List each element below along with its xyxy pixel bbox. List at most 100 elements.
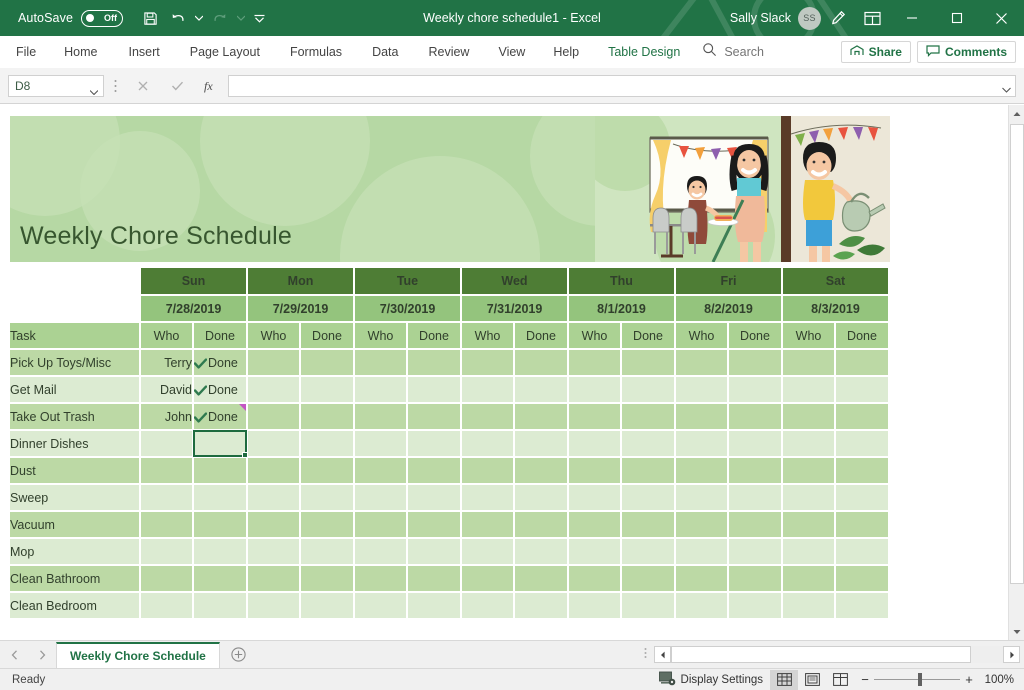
grid-cell[interactable] <box>835 538 890 566</box>
who-cell[interactable]: John <box>140 403 194 431</box>
name-box-dropdown-icon[interactable] <box>89 84 99 98</box>
grid-cell[interactable] <box>514 484 569 512</box>
selected-cell[interactable] <box>193 430 248 458</box>
grid-cell[interactable] <box>621 430 676 458</box>
day-header-thu[interactable]: Thu <box>568 268 676 296</box>
column-header-done-fri[interactable]: Done <box>728 322 783 350</box>
vertical-scrollbar[interactable] <box>1008 105 1024 640</box>
grid-cell[interactable] <box>514 349 569 377</box>
grid-cell[interactable] <box>354 349 408 377</box>
scroll-right-button[interactable] <box>1003 646 1020 663</box>
grid-cell[interactable] <box>675 565 729 593</box>
tab-help[interactable]: Help <box>553 36 579 68</box>
scroll-up-button[interactable] <box>1009 105 1024 122</box>
grid-cell[interactable] <box>835 349 890 377</box>
grid-cell[interactable] <box>675 403 729 431</box>
grid-cell[interactable] <box>835 430 890 458</box>
who-cell[interactable] <box>140 511 194 539</box>
autosave-control[interactable]: AutoSave Off <box>18 9 124 27</box>
date-sat[interactable]: 8/3/2019 <box>782 295 890 323</box>
next-sheet-icon[interactable] <box>28 643 56 667</box>
zoom-out-button[interactable]: − <box>856 672 874 687</box>
tab-review[interactable]: Review <box>428 36 469 68</box>
grid-cell[interactable] <box>300 376 355 404</box>
date-fri[interactable]: 8/2/2019 <box>675 295 783 323</box>
who-cell[interactable] <box>140 538 194 566</box>
column-header-done-sat[interactable]: Done <box>835 322 890 350</box>
grid-cell[interactable] <box>728 592 783 620</box>
grid-cell[interactable] <box>461 430 515 458</box>
tab-formulas[interactable]: Formulas <box>290 36 342 68</box>
share-button[interactable]: Share <box>840 41 911 63</box>
grid-cell[interactable] <box>461 592 515 620</box>
column-header-who-thu[interactable]: Who <box>568 322 622 350</box>
task-name[interactable]: Dust <box>10 457 141 485</box>
grid-cell[interactable] <box>568 403 622 431</box>
grid-cell[interactable] <box>407 511 462 539</box>
grid-cell[interactable] <box>354 430 408 458</box>
display-settings-button[interactable]: Display Settings <box>652 669 770 690</box>
grid-cell[interactable] <box>621 403 676 431</box>
grid-cell[interactable] <box>514 592 569 620</box>
comment-indicator[interactable] <box>239 404 246 411</box>
grid-cell[interactable] <box>728 484 783 512</box>
grid-cell[interactable] <box>461 376 515 404</box>
grid-cell[interactable] <box>621 511 676 539</box>
tab-view[interactable]: View <box>498 36 525 68</box>
customize-quick-access-icon[interactable] <box>249 6 269 30</box>
grid-cell[interactable] <box>461 511 515 539</box>
grid-cell[interactable] <box>407 538 462 566</box>
grid-cell[interactable] <box>675 430 729 458</box>
grid-cell[interactable] <box>247 430 301 458</box>
grid-cell[interactable] <box>354 592 408 620</box>
grid-cell[interactable] <box>621 538 676 566</box>
column-header-done-thu[interactable]: Done <box>621 322 676 350</box>
grid-cell[interactable] <box>407 349 462 377</box>
grid-cell[interactable] <box>782 565 836 593</box>
grid-cell[interactable] <box>407 484 462 512</box>
task-name[interactable]: Pick Up Toys/Misc <box>10 349 141 377</box>
page-break-preview-button[interactable] <box>826 670 854 690</box>
grid-cell[interactable] <box>354 376 408 404</box>
enter-formula-button[interactable] <box>160 75 194 97</box>
grid-cell[interactable] <box>728 538 783 566</box>
grid-cell[interactable] <box>568 349 622 377</box>
column-header-done-sun[interactable]: Done <box>193 322 248 350</box>
grid-cell[interactable] <box>247 511 301 539</box>
maximize-button[interactable] <box>934 0 979 36</box>
grid-cell[interactable] <box>621 457 676 485</box>
grid-cell[interactable] <box>300 565 355 593</box>
grid-cell[interactable] <box>247 403 301 431</box>
grid-cell[interactable] <box>514 430 569 458</box>
date-tue[interactable]: 7/30/2019 <box>354 295 462 323</box>
horizontal-scrollbar[interactable] <box>671 646 1003 663</box>
grid-cell[interactable] <box>621 565 676 593</box>
undo-dropdown-icon[interactable] <box>193 6 205 30</box>
grid-cell[interactable] <box>461 457 515 485</box>
column-header-who-sun[interactable]: Who <box>140 322 194 350</box>
done-cell[interactable]: Done <box>193 403 248 431</box>
grid-cell[interactable] <box>782 484 836 512</box>
grid-cell[interactable] <box>300 484 355 512</box>
autosave-toggle[interactable]: Off <box>81 9 124 27</box>
grid-cell[interactable] <box>514 538 569 566</box>
grid-cell[interactable] <box>782 592 836 620</box>
done-cell[interactable] <box>193 565 248 593</box>
grid-cell[interactable] <box>354 484 408 512</box>
column-header-who-wed[interactable]: Who <box>461 322 515 350</box>
task-name[interactable]: Mop <box>10 538 141 566</box>
cancel-formula-button[interactable] <box>126 75 160 97</box>
who-cell[interactable] <box>140 430 194 458</box>
date-sun[interactable]: 7/28/2019 <box>140 295 248 323</box>
day-header-wed[interactable]: Wed <box>461 268 569 296</box>
add-sheet-button[interactable] <box>220 642 258 668</box>
grid-cell[interactable] <box>728 565 783 593</box>
tab-data[interactable]: Data <box>372 36 398 68</box>
grid-cell[interactable] <box>568 592 622 620</box>
tab-table-design[interactable]: Table Design <box>608 36 680 68</box>
tab-page-layout[interactable]: Page Layout <box>190 36 260 68</box>
normal-view-button[interactable] <box>770 669 798 690</box>
grid-cell[interactable] <box>728 430 783 458</box>
horizontal-scrollbar-thumb[interactable] <box>671 646 971 663</box>
grid-cell[interactable] <box>300 511 355 539</box>
